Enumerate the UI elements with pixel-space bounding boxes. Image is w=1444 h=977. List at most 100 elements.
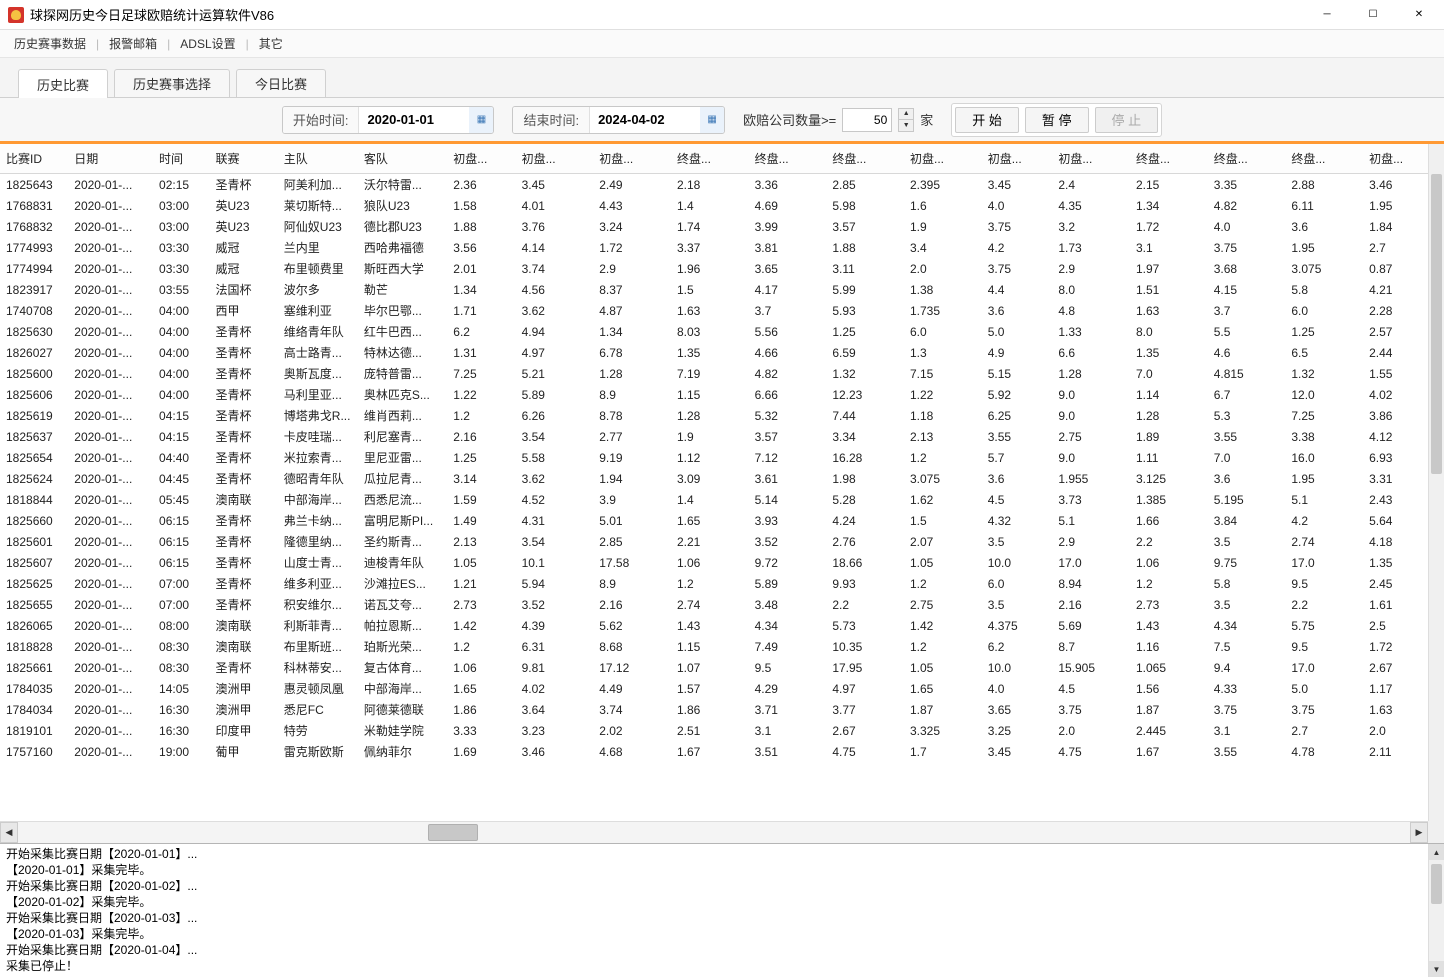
table-row[interactable]: 17571602020-01-...19:00葡甲雷克斯欧斯佩纳菲尔1.693.… [0,741,1428,762]
log-scrollbar[interactable]: ▲ ▼ [1428,844,1444,977]
spin-up-icon[interactable]: ▲ [899,109,913,121]
column-header[interactable]: 初盘... [1052,144,1130,174]
stop-button[interactable]: 停 止 [1095,107,1159,133]
column-header[interactable]: 时间 [153,144,210,174]
vertical-scrollbar[interactable] [1428,144,1444,821]
table-row[interactable]: 17688312020-01-...03:00英U23莱切斯特...狼队U231… [0,195,1428,216]
table-row[interactable]: 18256552020-01-...07:00圣青杯积安维尔...诺瓦艾夸...… [0,594,1428,615]
company-count-unit: 家 [920,110,933,129]
table-row[interactable]: 18256602020-01-...06:15圣青杯弗兰卡纳...富明尼斯PI.… [0,510,1428,531]
vertical-scroll-thumb[interactable] [1431,174,1442,474]
column-header[interactable]: 终盘... [749,144,827,174]
table-row[interactable]: 17749932020-01-...03:30威冠兰内里西哈弗福德3.564.1… [0,237,1428,258]
column-header[interactable]: 初盘... [516,144,594,174]
table-row[interactable]: 18260652020-01-...08:00澳南联利斯菲青...帕拉恩斯...… [0,615,1428,636]
start-date-picker-icon[interactable]: ▦ [469,107,493,133]
end-date-input[interactable] [590,107,700,133]
scroll-right-icon[interactable]: ▶ [1410,822,1428,843]
start-date-group: 开始时间: ▦ [282,106,495,134]
close-button[interactable]: ✕ [1396,0,1442,30]
table-row[interactable]: 18256062020-01-...04:00圣青杯马利里亚...奥林匹克S..… [0,384,1428,405]
column-header[interactable]: 初盘... [1363,144,1428,174]
column-header[interactable]: 终盘... [1130,144,1208,174]
tab-history-matches[interactable]: 历史比赛 [18,69,108,98]
tabbar: 历史比赛 历史赛事选择 今日比赛 [0,58,1444,98]
table-row[interactable]: 18256072020-01-...06:15圣青杯山度士青...迪梭青年队1.… [0,552,1428,573]
end-date-picker-icon[interactable]: ▦ [700,107,724,133]
table-row[interactable]: 18260272020-01-...04:00圣青杯高士路青...特林达德...… [0,342,1428,363]
table-row[interactable]: 17749942020-01-...03:30威冠布里顿费里斯旺西大学2.013… [0,258,1428,279]
log-scroll-up-icon[interactable]: ▲ [1429,844,1444,860]
column-header[interactable]: 终盘... [826,144,904,174]
table-row[interactable]: 18256372020-01-...04:15圣青杯卡皮哇瑞...利尼塞青...… [0,426,1428,447]
table-row[interactable]: 18256012020-01-...06:15圣青杯隆德里纳...圣约斯青...… [0,531,1428,552]
app-icon [8,7,24,23]
table-row[interactable]: 18191012020-01-...16:30印度甲特劳米勒娃学院3.333.2… [0,720,1428,741]
table-row[interactable]: 18188282020-01-...08:30澳南联布里斯班...珀斯光荣...… [0,636,1428,657]
log-line: 开始采集比赛日期【2020-01-03】... [6,910,1426,926]
company-count-group: 欧赔公司数量>= ▲ ▼ 家 [743,108,933,132]
horizontal-scrollbar[interactable]: ◀ ▶ [0,821,1428,843]
log-textarea[interactable]: 开始采集比赛日期【2020-01-01】...【2020-01-01】采集完毕。… [6,846,1426,975]
table-row[interactable]: 17407082020-01-...04:00西甲塞维利亚毕尔巴鄂...1.71… [0,300,1428,321]
table-row[interactable]: 17840352020-01-...14:05澳洲甲惠灵顿凤凰中部海岸...1.… [0,678,1428,699]
table-row[interactable]: 18256192020-01-...04:15圣青杯博塔弗戈R...维肖西莉..… [0,405,1428,426]
menubar: 历史赛事数据| 报警邮箱| ADSL设置| 其它 [0,30,1444,58]
scroll-left-icon[interactable]: ◀ [0,822,18,843]
menu-adsl-settings[interactable]: ADSL设置 [174,31,241,56]
company-count-spinner: ▲ ▼ [898,108,914,132]
pause-button[interactable]: 暂 停 [1025,107,1089,133]
table-row[interactable]: 17688322020-01-...03:00英U23阿仙奴U23德比郡U231… [0,216,1428,237]
table-row[interactable]: 18256432020-01-...02:15圣青杯阿美利加...沃尔特雷...… [0,174,1428,196]
menu-alert-email[interactable]: 报警邮箱 [103,31,163,56]
company-count-input[interactable] [842,108,892,132]
maximize-button[interactable]: ☐ [1350,0,1396,30]
window-title: 球探网历史今日足球欧赔统计运算软件V86 [30,5,274,24]
table-row[interactable]: 18256002020-01-...04:00圣青杯奥斯瓦度...庞特普雷...… [0,363,1428,384]
data-grid[interactable]: 比赛ID日期时间联赛主队客队初盘...初盘...初盘...终盘...终盘...终… [0,144,1428,762]
log-line: 采集已停止！ [6,958,1426,974]
log-panel: 开始采集比赛日期【2020-01-01】...【2020-01-01】采集完毕。… [0,843,1444,977]
end-date-group: 结束时间: ▦ [512,106,725,134]
tab-today-matches[interactable]: 今日比赛 [236,69,326,97]
table-row[interactable]: 18256302020-01-...04:00圣青杯维络青年队红牛巴西...6.… [0,321,1428,342]
column-header[interactable]: 终盘... [1208,144,1286,174]
menu-other[interactable]: 其它 [253,31,289,56]
table-row[interactable]: 18256612020-01-...08:30圣青杯科林蒂安...复古体育...… [0,657,1428,678]
minimize-button[interactable]: ─ [1304,0,1350,30]
column-header[interactable]: 初盘... [447,144,515,174]
column-header[interactable]: 初盘... [982,144,1053,174]
table-row[interactable]: 18256252020-01-...07:00圣青杯维多利亚...沙滩拉ES..… [0,573,1428,594]
action-buttons: 开 始 暂 停 停 止 [951,103,1162,137]
column-header[interactable]: 比赛ID [0,144,68,174]
column-header[interactable]: 终盘... [1285,144,1363,174]
minimize-icon: ─ [1323,9,1330,20]
log-scroll-down-icon[interactable]: ▼ [1429,961,1444,977]
menu-history-data[interactable]: 历史赛事数据 [8,31,92,56]
log-line: 【2020-01-01】采集完毕。 [6,862,1426,878]
start-date-label: 开始时间: [283,107,360,133]
table-row[interactable]: 18188442020-01-...05:45澳南联中部海岸...西悉尼流...… [0,489,1428,510]
column-header[interactable]: 初盘... [904,144,982,174]
tab-history-select[interactable]: 历史赛事选择 [114,69,230,97]
column-header[interactable]: 初盘... [593,144,671,174]
spin-down-icon[interactable]: ▼ [899,120,913,131]
column-header[interactable]: 客队 [358,144,447,174]
column-header[interactable]: 日期 [68,144,153,174]
table-row[interactable]: 18239172020-01-...03:55法国杯波尔多勒芒1.344.568… [0,279,1428,300]
maximize-icon: ☐ [1369,9,1378,20]
data-grid-container: 比赛ID日期时间联赛主队客队初盘...初盘...初盘...终盘...终盘...终… [0,144,1444,843]
horizontal-scroll-thumb[interactable] [428,824,478,841]
table-row[interactable]: 18256242020-01-...04:45圣青杯德昭青年队瓜拉尼青...3.… [0,468,1428,489]
company-count-label: 欧赔公司数量>= [743,110,836,129]
toolbar: 开始时间: ▦ 结束时间: ▦ 欧赔公司数量>= ▲ ▼ 家 开 始 暂 停 停… [0,98,1444,144]
log-scroll-thumb[interactable] [1431,864,1442,904]
close-icon: ✕ [1415,9,1423,20]
column-header[interactable]: 联赛 [210,144,278,174]
start-date-input[interactable] [359,107,469,133]
column-header[interactable]: 终盘... [671,144,749,174]
table-row[interactable]: 17840342020-01-...16:30澳洲甲悉尼FC阿德莱德联1.863… [0,699,1428,720]
table-row[interactable]: 18256542020-01-...04:40圣青杯米拉索青...里尼亚雷...… [0,447,1428,468]
start-button[interactable]: 开 始 [955,107,1019,133]
column-header[interactable]: 主队 [278,144,358,174]
